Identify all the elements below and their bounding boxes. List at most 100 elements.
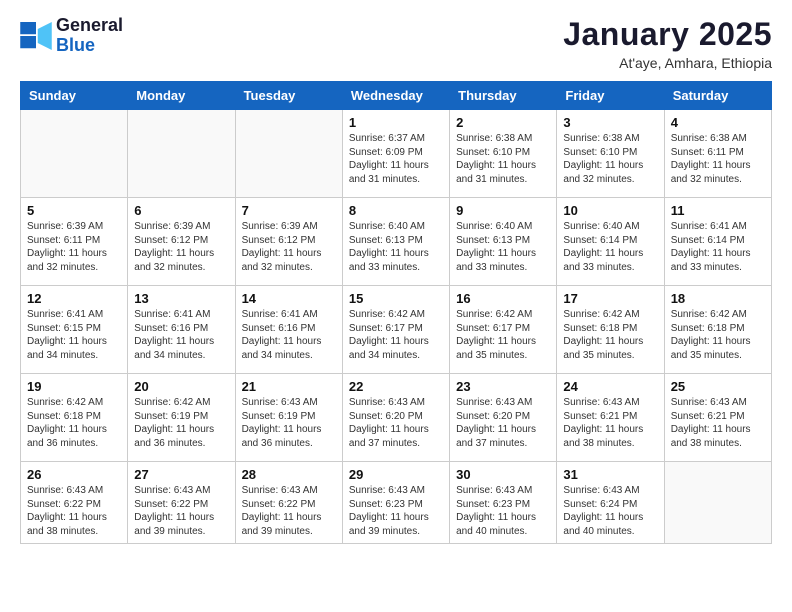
day-number: 26: [27, 467, 121, 482]
day-cell: 14 Sunrise: 6:41 AM Sunset: 6:16 PM Dayli…: [235, 286, 342, 374]
day-info: Sunrise: 6:42 AM Sunset: 6:18 PM Dayligh…: [671, 308, 765, 362]
day-cell: 18 Sunrise: 6:42 AM Sunset: 6:18 PM Dayli…: [664, 286, 771, 374]
day-cell: [664, 462, 771, 544]
day-cell: 27 Sunrise: 6:43 AM Sunset: 6:22 PM Dayli…: [128, 462, 235, 544]
day-number: 13: [134, 291, 228, 306]
day-number: 5: [27, 203, 121, 218]
day-cell: 9 Sunrise: 6:40 AM Sunset: 6:13 PM Daylig…: [450, 198, 557, 286]
header-cell-monday: Monday: [128, 82, 235, 110]
day-number: 17: [563, 291, 657, 306]
day-info: Sunrise: 6:42 AM Sunset: 6:17 PM Dayligh…: [456, 308, 550, 362]
day-number: 27: [134, 467, 228, 482]
header-cell-tuesday: Tuesday: [235, 82, 342, 110]
day-number: 9: [456, 203, 550, 218]
logo-line2: Blue: [56, 36, 123, 56]
day-info: Sunrise: 6:43 AM Sunset: 6:22 PM Dayligh…: [242, 484, 336, 538]
day-cell: 22 Sunrise: 6:43 AM Sunset: 6:20 PM Dayli…: [342, 374, 449, 462]
title-block: January 2025 At'aye, Amhara, Ethiopia: [563, 16, 772, 71]
header-row: SundayMondayTuesdayWednesdayThursdayFrid…: [21, 82, 772, 110]
logo-icon: [20, 22, 52, 50]
header-cell-thursday: Thursday: [450, 82, 557, 110]
day-number: 20: [134, 379, 228, 394]
logo-text: General Blue: [56, 16, 123, 56]
day-info: Sunrise: 6:41 AM Sunset: 6:15 PM Dayligh…: [27, 308, 121, 362]
day-cell: 16Sunrise: 6:42 AM Sunset: 6:17 PM Dayli…: [450, 286, 557, 374]
logo-line1: General: [56, 16, 123, 36]
day-cell: 23 Sunrise: 6:43 AM Sunset: 6:20 PM Dayli…: [450, 374, 557, 462]
day-number: 3: [563, 115, 657, 130]
day-info: Sunrise: 6:40 AM Sunset: 6:13 PM Dayligh…: [349, 220, 443, 274]
day-info: Sunrise: 6:40 AM Sunset: 6:13 PM Dayligh…: [456, 220, 550, 274]
day-number: 22: [349, 379, 443, 394]
day-cell: 19 Sunrise: 6:42 AM Sunset: 6:18 PM Dayli…: [21, 374, 128, 462]
day-cell: 2Sunrise: 6:38 AM Sunset: 6:10 PM Daylig…: [450, 110, 557, 198]
day-cell: 31Sunrise: 6:43 AM Sunset: 6:24 PM Dayli…: [557, 462, 664, 544]
day-number: 24: [563, 379, 657, 394]
day-number: 1: [349, 115, 443, 130]
day-info: Sunrise: 6:38 AM Sunset: 6:11 PM Dayligh…: [671, 132, 765, 186]
day-cell: 11Sunrise: 6:41 AM Sunset: 6:14 PM Dayli…: [664, 198, 771, 286]
day-info: Sunrise: 6:39 AM Sunset: 6:11 PM Dayligh…: [27, 220, 121, 274]
day-cell: 7Sunrise: 6:39 AM Sunset: 6:12 PM Daylig…: [235, 198, 342, 286]
day-number: 18: [671, 291, 765, 306]
day-info: Sunrise: 6:37 AM Sunset: 6:09 PM Dayligh…: [349, 132, 443, 186]
day-number: 7: [242, 203, 336, 218]
day-info: Sunrise: 6:41 AM Sunset: 6:16 PM Dayligh…: [242, 308, 336, 362]
day-info: Sunrise: 6:43 AM Sunset: 6:20 PM Dayligh…: [456, 396, 550, 450]
day-cell: 3Sunrise: 6:38 AM Sunset: 6:10 PM Daylig…: [557, 110, 664, 198]
header-cell-saturday: Saturday: [664, 82, 771, 110]
day-info: Sunrise: 6:42 AM Sunset: 6:18 PM Dayligh…: [563, 308, 657, 362]
day-cell: 13 Sunrise: 6:41 AM Sunset: 6:16 PM Dayli…: [128, 286, 235, 374]
day-info: Sunrise: 6:40 AM Sunset: 6:14 PM Dayligh…: [563, 220, 657, 274]
day-info: Sunrise: 6:41 AM Sunset: 6:14 PM Dayligh…: [671, 220, 765, 274]
day-info: Sunrise: 6:43 AM Sunset: 6:21 PM Dayligh…: [563, 396, 657, 450]
day-number: 10: [563, 203, 657, 218]
day-info: Sunrise: 6:43 AM Sunset: 6:23 PM Dayligh…: [456, 484, 550, 538]
day-number: 30: [456, 467, 550, 482]
day-cell: 10 Sunrise: 6:40 AM Sunset: 6:14 PM Dayli…: [557, 198, 664, 286]
week-row-2: 12Sunrise: 6:41 AM Sunset: 6:15 PM Dayli…: [21, 286, 772, 374]
day-number: 29: [349, 467, 443, 482]
page: General Blue January 2025 At'aye, Amhara…: [0, 0, 792, 612]
day-info: Sunrise: 6:42 AM Sunset: 6:18 PM Dayligh…: [27, 396, 121, 450]
day-cell: 20Sunrise: 6:42 AM Sunset: 6:19 PM Dayli…: [128, 374, 235, 462]
day-cell: 5 Sunrise: 6:39 AM Sunset: 6:11 PM Daylig…: [21, 198, 128, 286]
day-cell: [128, 110, 235, 198]
day-number: 19: [27, 379, 121, 394]
day-number: 28: [242, 467, 336, 482]
header-cell-friday: Friday: [557, 82, 664, 110]
day-cell: 12Sunrise: 6:41 AM Sunset: 6:15 PM Dayli…: [21, 286, 128, 374]
week-row-4: 26 Sunrise: 6:43 AM Sunset: 6:22 PM Dayli…: [21, 462, 772, 544]
day-cell: 29Sunrise: 6:43 AM Sunset: 6:23 PM Dayli…: [342, 462, 449, 544]
day-number: 15: [349, 291, 443, 306]
day-cell: 28 Sunrise: 6:43 AM Sunset: 6:22 PM Dayli…: [235, 462, 342, 544]
header-cell-wednesday: Wednesday: [342, 82, 449, 110]
day-info: Sunrise: 6:43 AM Sunset: 6:22 PM Dayligh…: [134, 484, 228, 538]
day-number: 2: [456, 115, 550, 130]
header: General Blue January 2025 At'aye, Amhara…: [20, 16, 772, 71]
day-cell: 1 Sunrise: 6:37 AM Sunset: 6:09 PM Daylig…: [342, 110, 449, 198]
day-cell: [21, 110, 128, 198]
day-number: 14: [242, 291, 336, 306]
day-info: Sunrise: 6:41 AM Sunset: 6:16 PM Dayligh…: [134, 308, 228, 362]
week-row-0: 1 Sunrise: 6:37 AM Sunset: 6:09 PM Daylig…: [21, 110, 772, 198]
day-number: 6: [134, 203, 228, 218]
day-number: 8: [349, 203, 443, 218]
week-row-1: 5 Sunrise: 6:39 AM Sunset: 6:11 PM Daylig…: [21, 198, 772, 286]
day-info: Sunrise: 6:39 AM Sunset: 6:12 PM Dayligh…: [134, 220, 228, 274]
day-cell: 25Sunrise: 6:43 AM Sunset: 6:21 PM Dayli…: [664, 374, 771, 462]
day-number: 31: [563, 467, 657, 482]
calendar: SundayMondayTuesdayWednesdayThursdayFrid…: [20, 81, 772, 544]
day-cell: 15Sunrise: 6:42 AM Sunset: 6:17 PM Dayli…: [342, 286, 449, 374]
day-info: Sunrise: 6:43 AM Sunset: 6:20 PM Dayligh…: [349, 396, 443, 450]
month-title: January 2025: [563, 16, 772, 53]
day-number: 23: [456, 379, 550, 394]
day-cell: 6 Sunrise: 6:39 AM Sunset: 6:12 PM Daylig…: [128, 198, 235, 286]
day-cell: 4 Sunrise: 6:38 AM Sunset: 6:11 PM Daylig…: [664, 110, 771, 198]
day-cell: 30 Sunrise: 6:43 AM Sunset: 6:23 PM Dayli…: [450, 462, 557, 544]
day-cell: 26Sunrise: 6:43 AM Sunset: 6:22 PM Dayli…: [21, 462, 128, 544]
day-cell: 17 Sunrise: 6:42 AM Sunset: 6:18 PM Dayli…: [557, 286, 664, 374]
day-number: 25: [671, 379, 765, 394]
week-row-3: 19 Sunrise: 6:42 AM Sunset: 6:18 PM Dayli…: [21, 374, 772, 462]
day-number: 4: [671, 115, 765, 130]
